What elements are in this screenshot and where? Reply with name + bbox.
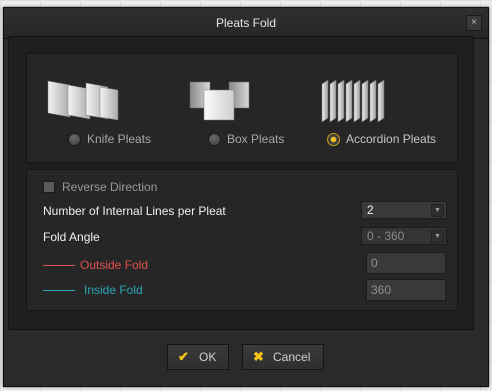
dialog-titlebar[interactable]: Pleats Fold × [4,8,488,39]
knife-pleats-icon [47,80,119,121]
knife-pleats-label[interactable]: Knife Pleats [87,132,151,146]
close-button[interactable]: × [466,15,482,31]
fold-angle-select[interactable]: 0 - 360 ▼ [361,227,447,245]
chevron-down-icon: ▼ [431,230,444,243]
box-pleats-icon [189,81,250,121]
x-icon: ✖ [253,349,264,364]
outside-fold-label: Outside Fold [80,258,149,272]
knife-pleats-radio[interactable] [68,133,81,146]
accordion-pleats-icon [321,80,385,122]
dialog-title: Pleats Fold [215,16,277,30]
cancel-button[interactable]: ✖ Cancel [242,344,324,370]
outside-fold-field[interactable]: 0 [366,252,446,274]
internal-lines-select[interactable]: 2 ▼ [361,201,447,219]
ok-button-label: OK [199,350,217,364]
accordion-pleats-radio[interactable] [327,133,340,146]
close-icon: × [471,17,477,28]
inside-fold-field[interactable]: 360 [366,279,446,301]
inside-fold-line-swatch [43,290,75,291]
box-pleats-radio[interactable] [208,133,221,146]
accordion-pleats-label[interactable]: Accordion Pleats [346,132,436,146]
internal-lines-value: 2 [367,203,374,217]
inside-fold-label: Inside Fold [84,283,143,297]
internal-lines-label: Number of Internal Lines per Pleat [43,204,226,218]
check-icon: ✔ [178,349,189,364]
outside-fold-line-swatch [43,265,75,266]
cancel-button-label: Cancel [273,350,311,364]
ok-button[interactable]: ✔ OK [167,344,229,370]
reverse-direction-label[interactable]: Reverse Direction [62,180,157,194]
fold-angle-label: Fold Angle [43,230,100,244]
chevron-down-icon: ▼ [431,204,444,217]
box-pleats-label[interactable]: Box Pleats [227,132,284,146]
reverse-direction-checkbox[interactable] [43,181,55,193]
fold-angle-value: 0 - 360 [367,229,405,243]
